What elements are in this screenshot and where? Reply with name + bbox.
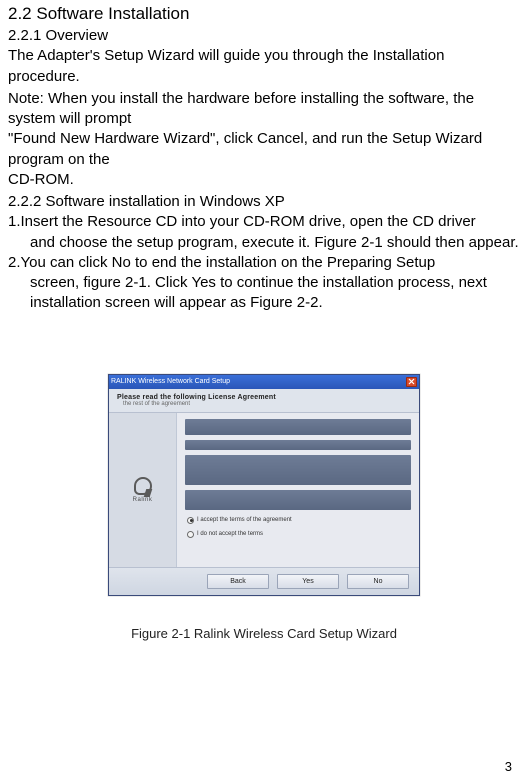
paragraph: CD-ROM. <box>8 170 520 190</box>
back-button[interactable]: Back <box>207 574 269 589</box>
yes-button[interactable]: Yes <box>277 574 339 589</box>
list-item-1-line: 1.Insert the Resource CD into your CD-RO… <box>8 212 520 232</box>
paragraph: "Found New Hardware Wizard", click Cance… <box>8 129 520 170</box>
license-block <box>185 455 411 485</box>
license-text-panel: I accept the terms of the agreement I do… <box>177 413 419 567</box>
radio-reject-label: I do not accept the terms <box>197 531 263 537</box>
wizard-buttonbar: Back Yes No <box>109 567 419 595</box>
wizard-window: RALINK Wireless Network Card Setup Pleas… <box>108 374 420 596</box>
license-block <box>185 419 411 435</box>
wizard-subheader: Please read the following License Agreem… <box>109 389 419 413</box>
wizard-subheader-line1: Please read the following License Agreem… <box>117 394 411 401</box>
radio-accept-label: I accept the terms of the agreement <box>197 517 292 523</box>
close-icon[interactable] <box>406 377 417 387</box>
list-item-2-line: 2.You can click No to end the installati… <box>8 253 520 273</box>
heading-2-2: 2.2 Software Installation <box>8 4 520 24</box>
page-number: 3 <box>505 759 512 774</box>
ralink-logo-icon <box>134 477 152 495</box>
figure-caption: Figure 2-1 Ralink Wireless Card Setup Wi… <box>131 626 397 641</box>
no-button[interactable]: No <box>347 574 409 589</box>
wizard-sidebar: Ralink <box>109 413 177 567</box>
figure-2-1: RALINK Wireless Network Card Setup Pleas… <box>8 374 520 641</box>
wizard-titlebar: RALINK Wireless Network Card Setup <box>109 375 419 389</box>
radio-reject[interactable]: I do not accept the terms <box>187 531 263 538</box>
paragraph: Note: When you install the hardware befo… <box>8 89 520 130</box>
list-item-2-cont: screen, figure 2-1. Click Yes to continu… <box>8 273 520 314</box>
radio-accept[interactable]: I accept the terms of the agreement <box>187 517 292 524</box>
ralink-logo-text: Ralink <box>122 497 164 503</box>
list-item-1-cont: and choose the setup program, execute it… <box>8 233 520 253</box>
heading-2-2-2: 2.2.2 Software installation in Windows X… <box>8 192 520 212</box>
paragraph: The Adapter's Setup Wizard will guide yo… <box>8 46 520 87</box>
heading-2-2-1: 2.2.1 Overview <box>8 26 520 46</box>
ralink-logo: Ralink <box>122 477 164 503</box>
wizard-title: RALINK Wireless Network Card Setup <box>111 378 230 385</box>
license-block <box>185 490 411 510</box>
license-block <box>185 440 411 450</box>
wizard-subheader-line2: the rest of the agreement <box>123 401 411 407</box>
